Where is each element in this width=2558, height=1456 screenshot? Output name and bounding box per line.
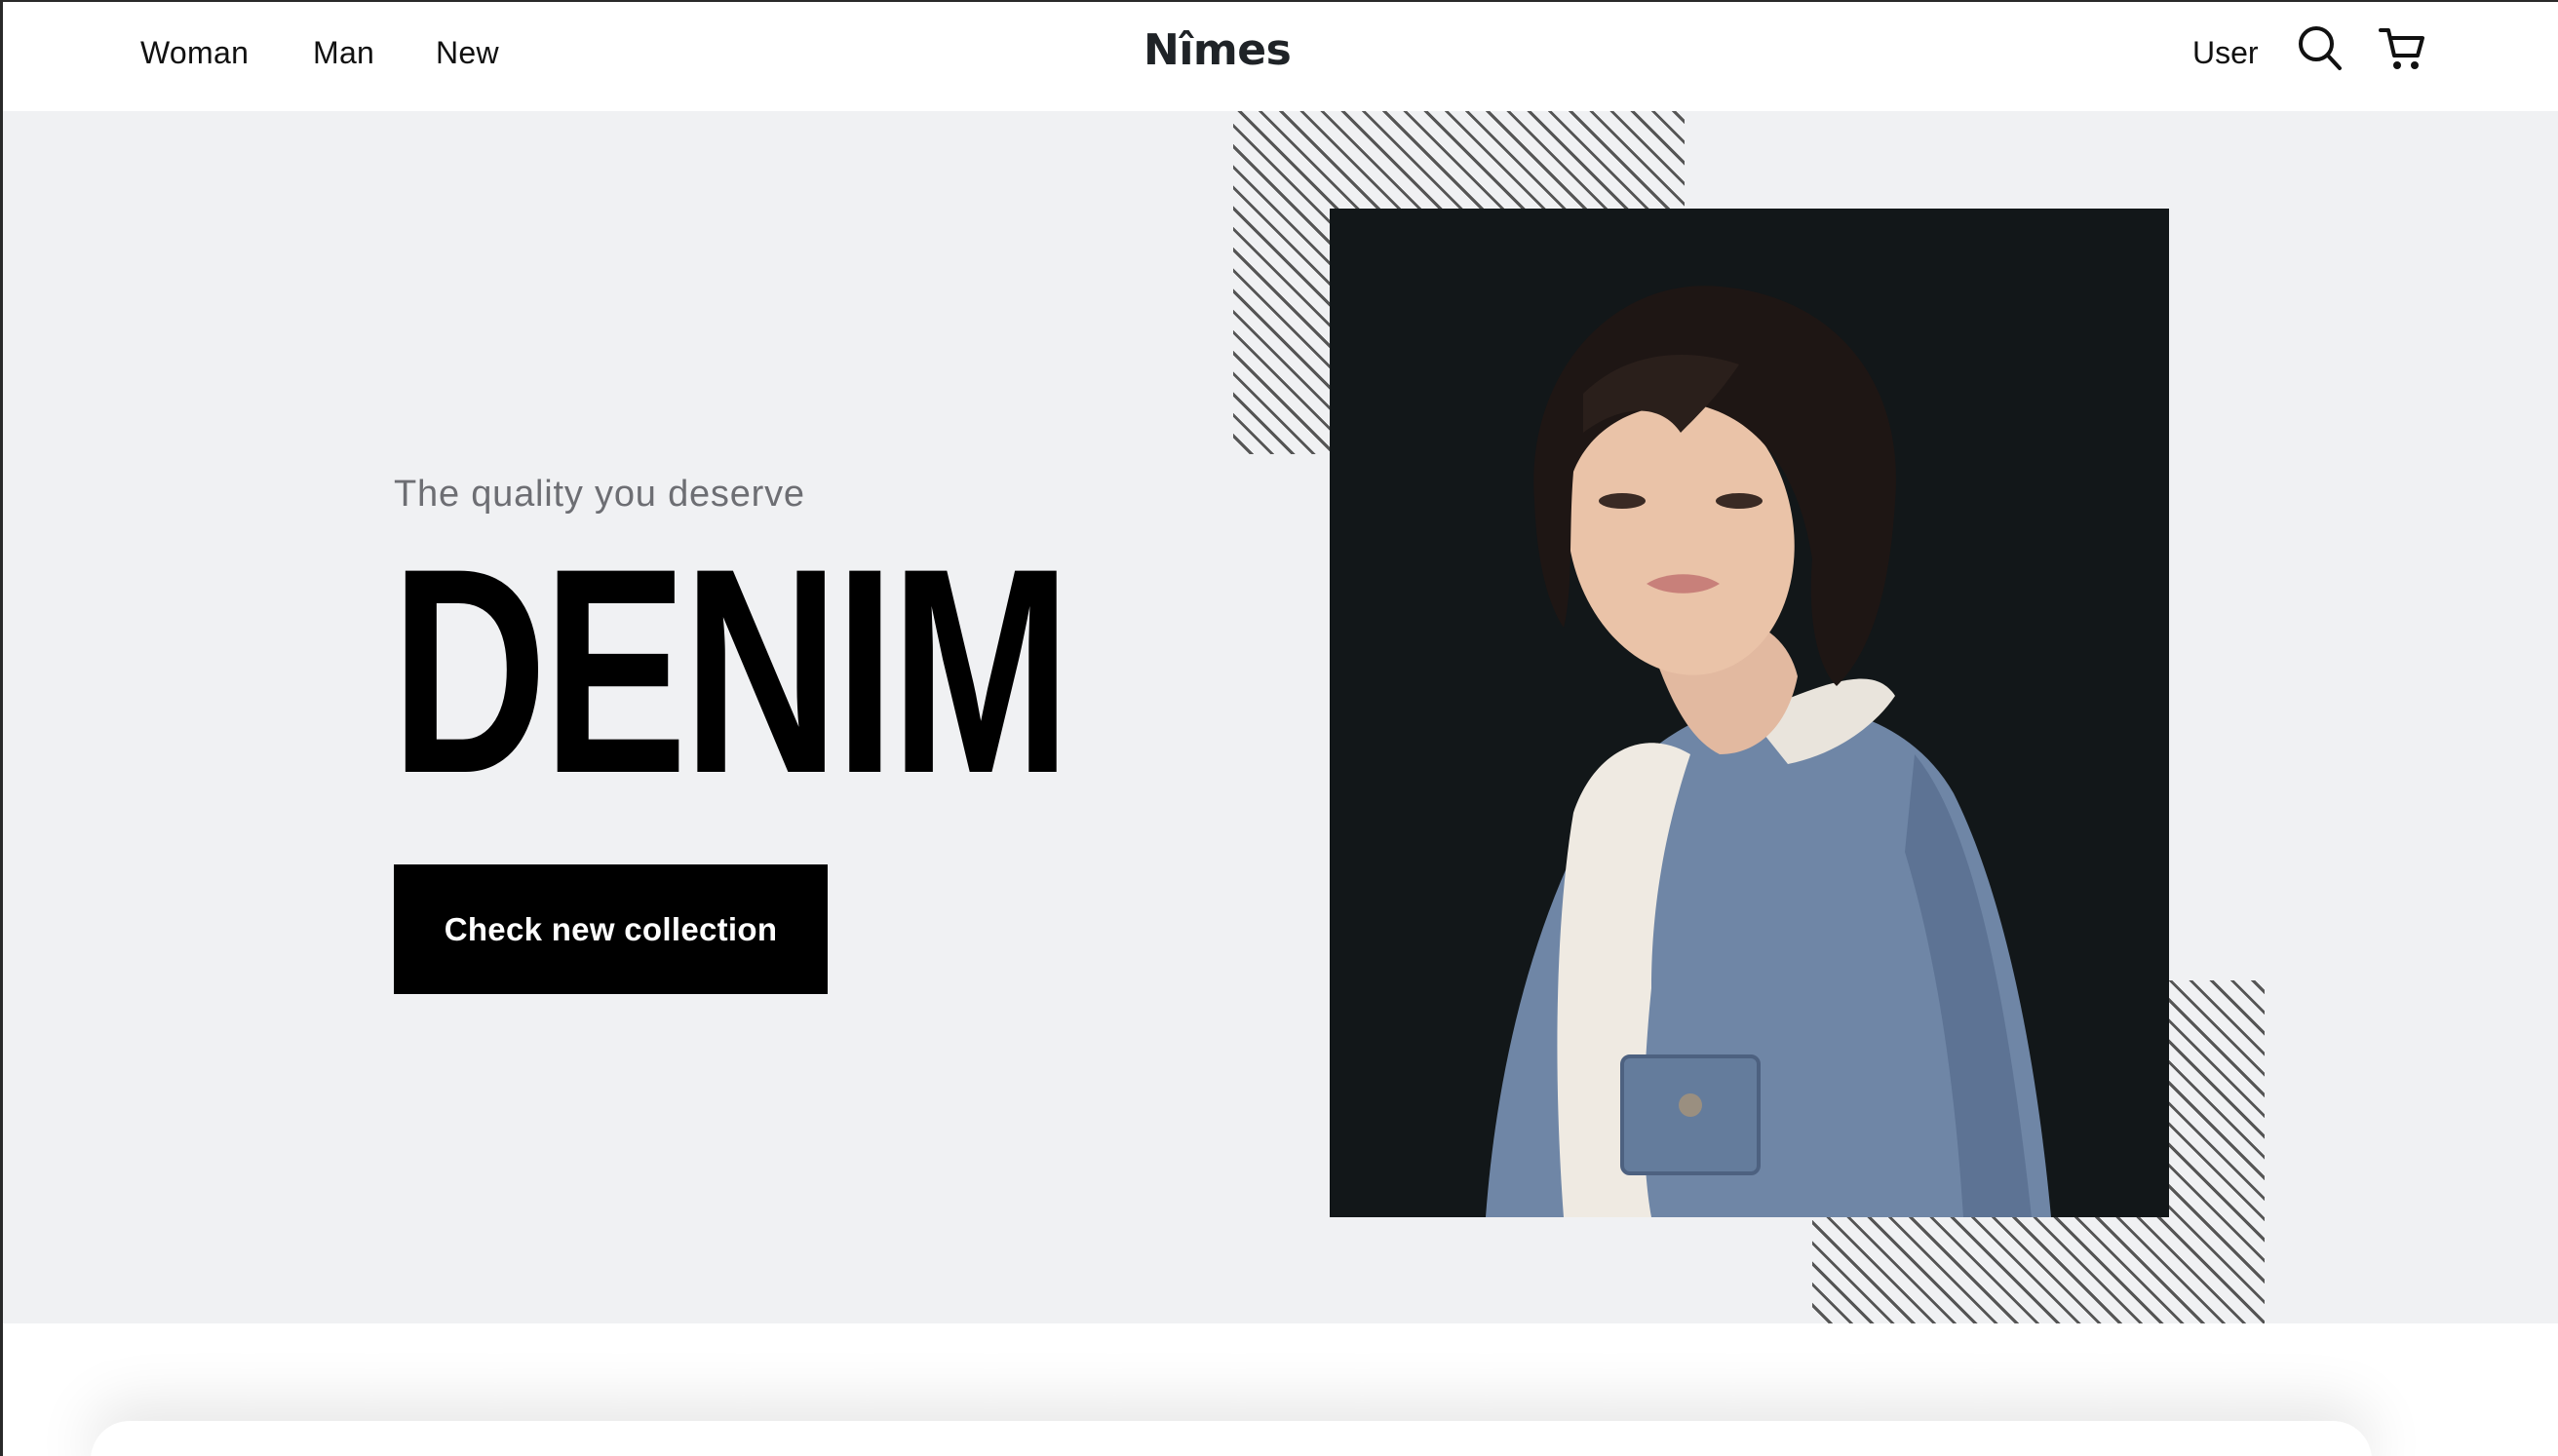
nav-woman-link[interactable]: Woman [140, 33, 249, 72]
nav-man-link[interactable]: Man [313, 33, 374, 72]
check-new-collection-button[interactable]: Check new collection [394, 864, 828, 994]
search-button[interactable] [2298, 25, 2343, 72]
cart-button[interactable] [2378, 25, 2426, 72]
search-icon [2299, 26, 2342, 70]
hero-section: The quality you deserve DENIM Check new … [3, 111, 2558, 1323]
browser-frame: Woman Man New Nîmes User The quality you… [0, 0, 2558, 1456]
hero-model-photo [1330, 209, 2169, 1217]
cart-icon [2379, 28, 2424, 69]
hero-headline: DENIM [391, 507, 1071, 834]
collection-card [91, 1421, 2372, 1456]
user-account-link[interactable]: User [2192, 33, 2259, 72]
nav-new-link[interactable]: New [436, 33, 499, 72]
brand-logo[interactable]: Nîmes [1143, 23, 1292, 78]
collection-section [3, 1323, 2558, 1456]
site-header: Woman Man New Nîmes User [3, 2, 2558, 111]
model-illustration [1330, 209, 2169, 1217]
